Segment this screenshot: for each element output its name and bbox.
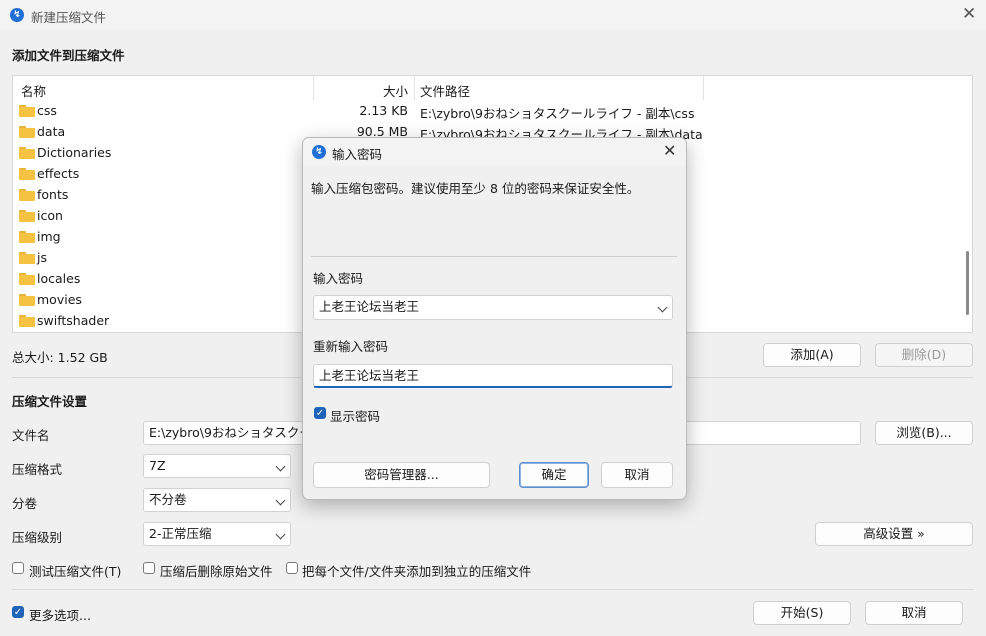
dialog-cancel-button[interactable]: 取消 xyxy=(601,462,673,488)
file-name: css xyxy=(37,103,57,118)
column-header-path[interactable]: 文件路径 xyxy=(420,81,470,100)
list-scrollbar[interactable] xyxy=(963,76,972,332)
table-row[interactable]: css 2.13 KB E:\zybro\9おねショタスクールライフ - 副本\cs… xyxy=(13,101,959,122)
more-options-label[interactable]: 更多选项... xyxy=(29,605,91,624)
split-value: 不分卷 xyxy=(149,492,187,507)
folder-icon xyxy=(19,273,35,285)
browse-button[interactable]: 浏览(B)... xyxy=(875,421,973,445)
password-label: 输入密码 xyxy=(313,271,364,286)
column-header-name[interactable]: 名称 xyxy=(21,81,46,100)
chevron-down-icon xyxy=(275,495,286,506)
chevron-down-icon[interactable] xyxy=(657,302,668,313)
checkmark-icon: ✓ xyxy=(315,408,325,419)
chevron-down-icon xyxy=(275,529,286,540)
checkmark-icon: ✓ xyxy=(13,607,23,618)
list-header: 名称 大小 文件路径 xyxy=(13,76,972,100)
reenter-label: 重新输入密码 xyxy=(313,339,389,354)
password-dialog: ↯ 输入密码 ✕ 输入压缩包密码。建议使用至少 8 位的密码来保证安全性。 输入… xyxy=(302,137,687,500)
app-icon: ↯ xyxy=(10,8,24,22)
file-size: 2.13 KB xyxy=(359,103,408,118)
folder-icon xyxy=(19,315,35,327)
folder-icon xyxy=(19,126,35,138)
format-value: 7Z xyxy=(149,458,166,473)
folder-icon xyxy=(19,168,35,180)
delete-after-checkbox[interactable] xyxy=(143,562,155,574)
file-path: E:\zybro\9おねショタスクールライフ - 副本\css xyxy=(420,106,695,121)
file-name: fonts xyxy=(37,187,69,202)
app-icon: ↯ xyxy=(312,145,326,159)
dialog-title: 输入密码 xyxy=(332,147,383,162)
format-select[interactable]: 7Z xyxy=(143,454,291,478)
show-password-checkbox[interactable]: ✓ xyxy=(314,407,326,419)
delete-button[interactable]: 删除(D) xyxy=(875,343,973,367)
add-button[interactable]: 添加(A) xyxy=(763,343,861,367)
folder-icon xyxy=(19,210,35,222)
ok-button[interactable]: 确定 xyxy=(519,462,589,488)
column-header-size[interactable]: 大小 xyxy=(383,81,408,100)
file-name: movies xyxy=(37,292,82,307)
test-archive-checkbox[interactable] xyxy=(12,562,24,574)
dialog-title-bar: ↯ 输入密码 ✕ xyxy=(303,138,686,166)
password-value: 上老王论坛当老王 xyxy=(319,299,420,314)
separate-archives-label[interactable]: 把每个文件/文件夹添加到独立的压缩文件 xyxy=(302,561,531,580)
delete-after-label[interactable]: 压缩后删除原始文件 xyxy=(160,561,273,580)
split-label: 分卷 xyxy=(12,496,38,511)
level-select[interactable]: 2-正常压缩 xyxy=(143,522,291,546)
more-options-checkbox[interactable]: ✓ xyxy=(12,606,24,618)
divider xyxy=(12,589,973,590)
reenter-password-input[interactable]: 上老王论坛当老王 xyxy=(313,364,673,388)
settings-section-title: 压缩文件设置 xyxy=(12,394,88,409)
files-section-title: 添加文件到压缩文件 xyxy=(12,48,125,63)
folder-icon xyxy=(19,231,35,243)
advanced-settings-button[interactable]: 高级设置 » xyxy=(815,522,973,546)
format-label: 压缩格式 xyxy=(12,462,63,477)
file-name: icon xyxy=(37,208,63,223)
level-value: 2-正常压缩 xyxy=(149,526,212,541)
close-icon[interactable]: ✕ xyxy=(962,4,976,24)
file-name: data xyxy=(37,124,66,139)
separate-archives-checkbox[interactable] xyxy=(286,562,298,574)
show-password-label[interactable]: 显示密码 xyxy=(330,406,380,425)
file-name: locales xyxy=(37,271,81,286)
file-name: Dictionaries xyxy=(37,145,112,160)
folder-icon xyxy=(19,294,35,306)
dialog-divider xyxy=(311,256,677,257)
file-name: img xyxy=(37,229,61,244)
password-input[interactable]: 上老王论坛当老王 xyxy=(313,295,673,320)
file-name: effects xyxy=(37,166,80,181)
filename-label: 文件名 xyxy=(12,428,50,443)
file-name: js xyxy=(37,250,47,265)
scrollbar-thumb[interactable] xyxy=(966,251,969,315)
folder-icon xyxy=(19,252,35,264)
chevron-down-icon xyxy=(275,461,286,472)
total-size: 总大小: 1.52 GB xyxy=(12,350,108,365)
folder-icon xyxy=(19,105,35,117)
file-name: swiftshader xyxy=(37,313,110,328)
close-icon[interactable]: ✕ xyxy=(663,141,676,160)
start-button[interactable]: 开始(S) xyxy=(753,601,851,625)
dialog-description: 输入压缩包密码。建议使用至少 8 位的密码来保证安全性。 xyxy=(311,181,640,196)
window-title: 新建压缩文件 xyxy=(31,10,107,25)
title-bar: ↯ 新建压缩文件 ✕ xyxy=(0,0,986,30)
level-label: 压缩级别 xyxy=(12,530,63,545)
test-archive-label[interactable]: 测试压缩文件(T) xyxy=(29,561,121,580)
folder-icon xyxy=(19,189,35,201)
cancel-button[interactable]: 取消 xyxy=(865,601,963,625)
split-select[interactable]: 不分卷 xyxy=(143,488,291,512)
folder-icon xyxy=(19,147,35,159)
password-manager-button[interactable]: 密码管理器... xyxy=(313,462,490,488)
